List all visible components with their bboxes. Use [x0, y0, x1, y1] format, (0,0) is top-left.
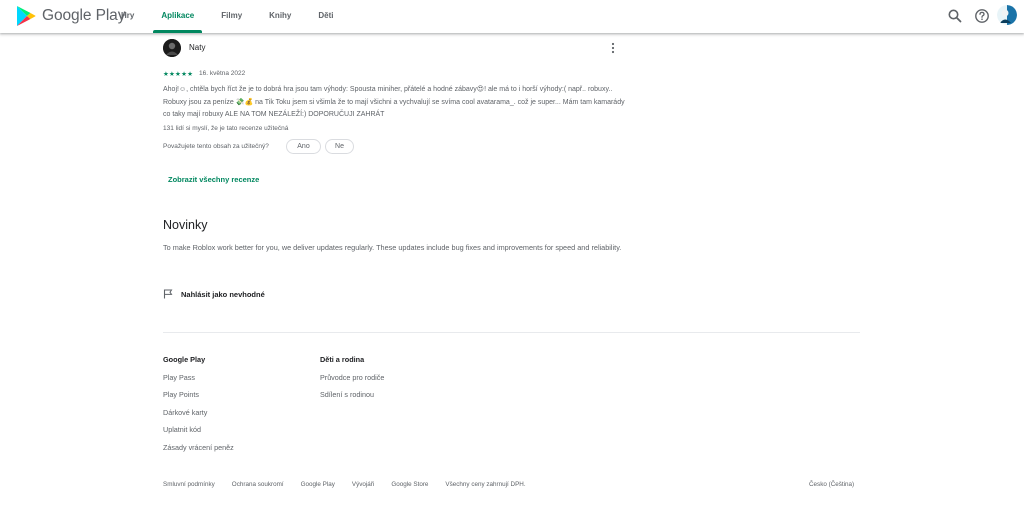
review-text: Ahoj!☺, chtěla bych říct že je to dobrá … — [163, 86, 625, 118]
legal-link-privacy[interactable]: Ochrana soukromí — [232, 481, 284, 488]
help-icon[interactable] — [974, 8, 990, 24]
review-date: 16. května 2022 — [199, 70, 246, 77]
review-star-rating: ★★★★★ — [163, 71, 194, 78]
legal-vat-note: Všechny ceny zahrnují DPH. — [445, 481, 526, 488]
tab-knihy[interactable]: Knihy — [261, 0, 299, 33]
reviewer-name: Naty — [189, 43, 206, 52]
footer-divider — [163, 332, 860, 333]
helpful-question: Považujete tento obsah za užitečný? — [163, 143, 269, 150]
play-logo-icon — [17, 6, 36, 26]
search-icon[interactable] — [947, 8, 963, 24]
footer-link-gift-cards[interactable]: Dárkové karty — [163, 408, 234, 420]
top-app-bar: Google Play Hry Aplikace Filmy Knihy Dět… — [0, 0, 1024, 33]
footer-link-refund-policy[interactable]: Zásady vrácení peněz — [163, 443, 234, 455]
more-options-icon[interactable] — [609, 42, 617, 54]
reviewer-avatar — [163, 39, 181, 57]
footer-column-kids-family: Děti a rodina Průvodce pro rodiče Sdílen… — [320, 355, 384, 402]
helpful-count: 131 lidí si myslí, že je tato recenze už… — [163, 125, 289, 132]
report-inappropriate-button[interactable]: Nahlásit jako nevhodné — [163, 289, 265, 299]
tab-deti[interactable]: Děti — [310, 0, 341, 33]
footer-link-family-sharing[interactable]: Sdílení s rodinou — [320, 390, 384, 402]
footer-link-parent-guide[interactable]: Průvodce pro rodiče — [320, 373, 384, 385]
helpful-no-button[interactable]: Ne — [325, 139, 354, 154]
whats-new-title: Novinky — [163, 218, 208, 232]
tab-hry[interactable]: Hry — [113, 0, 142, 33]
report-label: Nahlásit jako nevhodné — [181, 289, 265, 299]
reviewer-avatar-icon — [163, 39, 181, 57]
legal-link-developers[interactable]: Vývojáři — [352, 481, 374, 488]
account-avatar-icon — [997, 5, 1017, 25]
footer-heading: Google Play — [163, 355, 206, 364]
account-avatar[interactable] — [997, 5, 1017, 25]
footer-heading: Děti a rodina — [320, 355, 365, 364]
footer-link-play-points[interactable]: Play Points — [163, 390, 234, 402]
footer-column-google-play: Google Play Play Pass Play Points Dárkov… — [163, 355, 234, 455]
see-all-reviews-link[interactable]: Zobrazit všechny recenze — [168, 175, 259, 184]
whats-new-text: To make Roblox work better for you, we d… — [163, 243, 622, 252]
tab-aplikace[interactable]: Aplikace — [153, 0, 203, 33]
tab-filmy[interactable]: Filmy — [213, 0, 250, 33]
helpful-yes-button[interactable]: Ano — [286, 139, 321, 154]
flag-icon — [163, 289, 173, 299]
legal-link-google-store[interactable]: Google Store — [391, 481, 428, 488]
footer-link-play-pass[interactable]: Play Pass — [163, 373, 234, 385]
legal-links: Smluvní podmínky Ochrana soukromí Google… — [163, 481, 543, 488]
footer-link-redeem[interactable]: Uplatnit kód — [163, 425, 234, 437]
legal-link-terms[interactable]: Smluvní podmínky — [163, 481, 215, 488]
google-play-logo[interactable]: Google Play — [16, 5, 125, 27]
locale-selector[interactable]: Česko (Čeština) — [809, 481, 854, 488]
legal-link-google-play[interactable]: Google Play — [301, 481, 335, 488]
main-nav: Hry Aplikace Filmy Knihy Děti — [113, 0, 353, 33]
